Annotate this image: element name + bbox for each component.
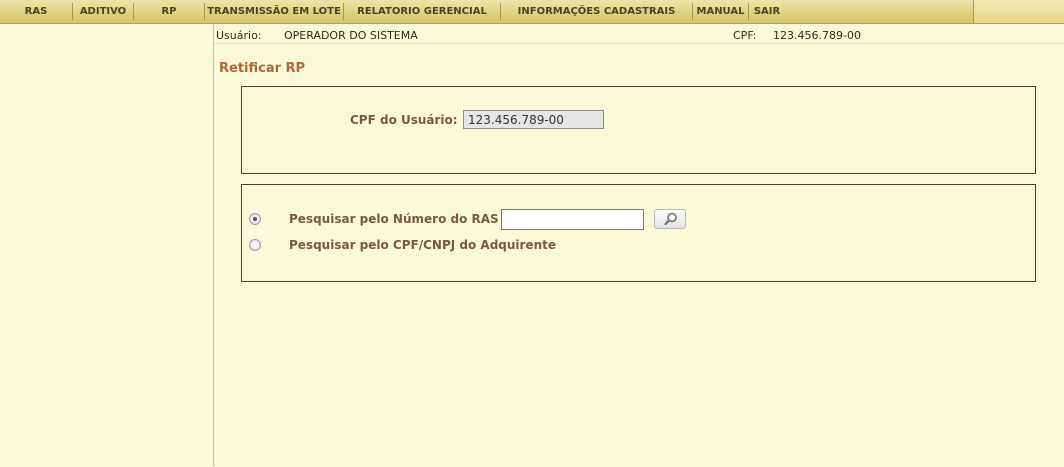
menu-item-sair[interactable]: SAIR (749, 0, 785, 23)
search-by-ras-label: Pesquisar pelo Número do RAS (289, 212, 499, 226)
cpf-label: CPF: (733, 29, 757, 42)
user-cpf-label: CPF do Usuário: (350, 113, 458, 127)
menu-item-aditivo[interactable]: ADITIVO (73, 0, 133, 23)
cpf-value: 123.456.789-00 (773, 29, 861, 42)
user-info-bar: Usuário: OPERADOR DO SISTEMA CPF: 123.45… (214, 26, 1064, 44)
menu-item-ras[interactable]: RAS (0, 0, 72, 23)
user-cpf-panel (241, 86, 1036, 174)
menu-bar-end (973, 0, 1064, 23)
menu-item-rp[interactable]: RP (134, 0, 204, 23)
menu-item-relatorio-gerencial[interactable]: RELATORIO GERENCIAL (344, 0, 500, 23)
left-sidebar (0, 24, 214, 466)
search-by-cpf-cnpj-label: Pesquisar pelo CPF/CNPJ do Adquirente (289, 238, 556, 252)
main-menu-bar: RAS ADITIVO RP TRANSMISSÃO EM LOTE RELAT… (0, 0, 1064, 24)
search-button[interactable] (654, 209, 686, 229)
radio-search-by-cpf-cnpj[interactable] (249, 239, 261, 251)
magnifier-icon (664, 212, 677, 226)
user-label: Usuário: (216, 29, 262, 42)
menu-item-transmissao-em-lote[interactable]: TRANSMISSÃO EM LOTE (205, 0, 343, 23)
radio-search-by-ras[interactable] (249, 213, 261, 225)
menu-item-informacoes-cadastrais[interactable]: INFORMAÇÕES CADASTRAIS (501, 0, 692, 23)
menu-item-manual[interactable]: MANUAL (693, 0, 748, 23)
user-cpf-field: 123.456.789-00 (463, 110, 604, 129)
page-title: Retificar RP (219, 61, 306, 76)
user-name: OPERADOR DO SISTEMA (284, 29, 418, 42)
search-options-panel (241, 184, 1036, 282)
ras-number-input[interactable] (501, 209, 644, 230)
